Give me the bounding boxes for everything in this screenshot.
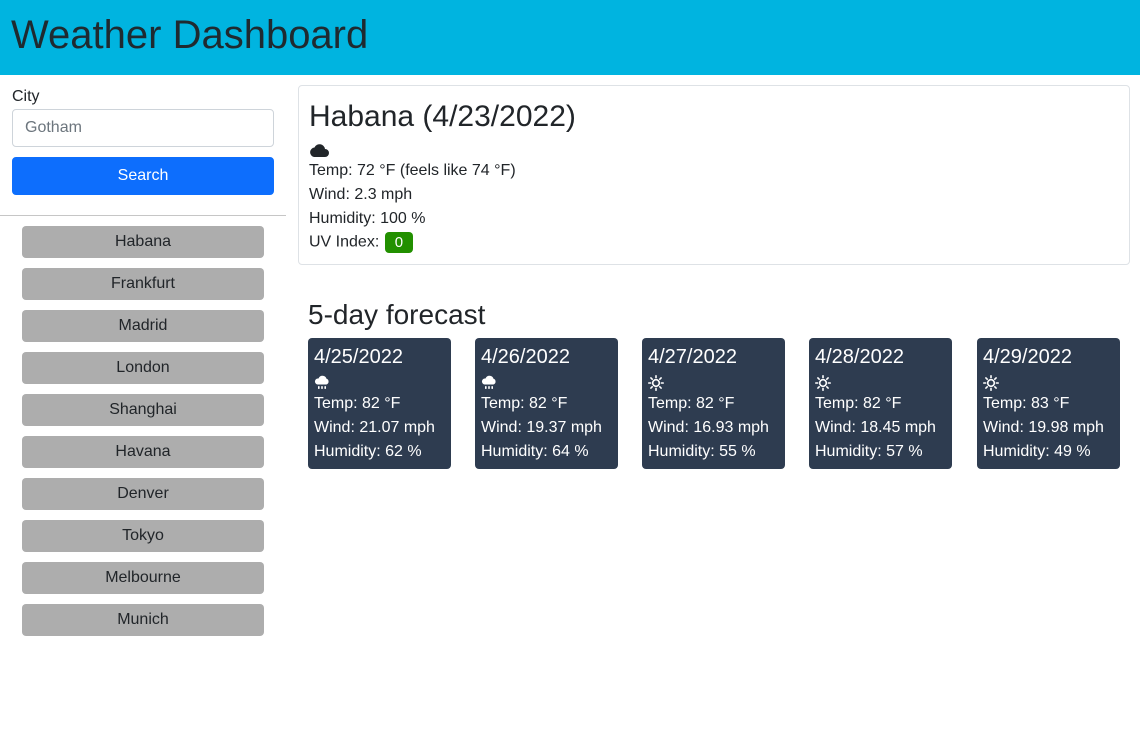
forecast-wind: Wind: 18.45 mph [815, 419, 936, 436]
history-button-frankfurt[interactable]: Frankfurt [22, 268, 264, 300]
page-title: Weather Dashboard [11, 13, 369, 57]
rain-cloud-icon [314, 375, 329, 389]
forecast-card: 4/29/2022 Temp: 83 °F Wind: 19.98 mph Hu… [977, 338, 1120, 469]
history-button-tokyo[interactable]: Tokyo [22, 520, 264, 552]
forecast-wind: Wind: 16.93 mph [648, 419, 769, 436]
forecast-card: 4/26/2022 Temp: 82 °F Wind: 19.37 mph Hu… [475, 338, 618, 469]
forecast-humidity: Humidity: 49 % [983, 443, 1091, 460]
forecast-date: 4/27/2022 [648, 346, 737, 368]
city-label: City [12, 88, 40, 105]
forecast-humidity: Humidity: 57 % [815, 443, 923, 460]
current-uv-row: UV Index: 0 [309, 232, 414, 253]
history-button-havana[interactable]: Havana [22, 436, 264, 468]
history-button-shanghai[interactable]: Shanghai [22, 394, 264, 426]
forecast-humidity: Humidity: 55 % [648, 443, 756, 460]
forecast-card: 4/28/2022 Temp: 82 °F Wind: 18.45 mph Hu… [809, 338, 952, 469]
forecast-temp: Temp: 82 °F [648, 395, 735, 412]
forecast-title: 5-day forecast [308, 299, 486, 330]
forecast-humidity: Humidity: 62 % [314, 443, 422, 460]
current-humidity: Humidity: 100 % [309, 210, 426, 227]
forecast-date: 4/28/2022 [815, 346, 904, 368]
city-input[interactable] [12, 109, 274, 147]
current-wind: Wind: 2.3 mph [309, 186, 413, 203]
search-button[interactable]: Search [12, 157, 274, 195]
forecast-wind: Wind: 19.37 mph [481, 419, 602, 436]
forecast-wind: Wind: 19.98 mph [983, 419, 1104, 436]
forecast-date: 4/26/2022 [481, 346, 570, 368]
current-weather-card: Habana (4/23/2022) Temp: 72 °F (feels li… [298, 85, 1130, 265]
forecast-humidity: Humidity: 64 % [481, 443, 589, 460]
current-temp: Temp: 72 °F (feels like 74 °F) [309, 162, 516, 179]
forecast-wind: Wind: 21.07 mph [314, 419, 435, 436]
sidebar-divider [0, 215, 286, 216]
forecast-card: 4/25/2022 Temp: 82 °F Wind: 21.07 mph Hu… [308, 338, 451, 469]
app-header: Weather Dashboard [0, 0, 1140, 75]
forecast-temp: Temp: 82 °F [314, 395, 401, 412]
forecast-card: 4/27/2022 Temp: 82 °F Wind: 16.93 mph Hu… [642, 338, 785, 469]
forecast-date: 4/25/2022 [314, 346, 403, 368]
forecast-temp: Temp: 82 °F [815, 395, 902, 412]
sun-icon [983, 375, 999, 391]
history-button-london[interactable]: London [22, 352, 264, 384]
history-button-denver[interactable]: Denver [22, 478, 264, 510]
history-button-melbourne[interactable]: Melbourne [22, 562, 264, 594]
forecast-temp: Temp: 82 °F [481, 395, 568, 412]
search-history: Habana Frankfurt Madrid London Shanghai … [22, 226, 264, 646]
sun-icon [648, 375, 664, 391]
sun-icon [815, 375, 831, 391]
history-button-madrid[interactable]: Madrid [22, 310, 264, 342]
sidebar: City Search Habana Frankfurt Madrid Lond… [0, 75, 286, 749]
history-button-habana[interactable]: Habana [22, 226, 264, 258]
rain-cloud-icon [481, 375, 496, 389]
forecast-date: 4/29/2022 [983, 346, 1072, 368]
current-city-heading: Habana (4/23/2022) [309, 100, 576, 133]
forecast-temp: Temp: 83 °F [983, 395, 1070, 412]
cloud-icon [310, 144, 329, 157]
history-button-munich[interactable]: Munich [22, 604, 264, 636]
uv-label: UV Index: [309, 233, 380, 251]
uv-index-badge: 0 [384, 232, 414, 253]
